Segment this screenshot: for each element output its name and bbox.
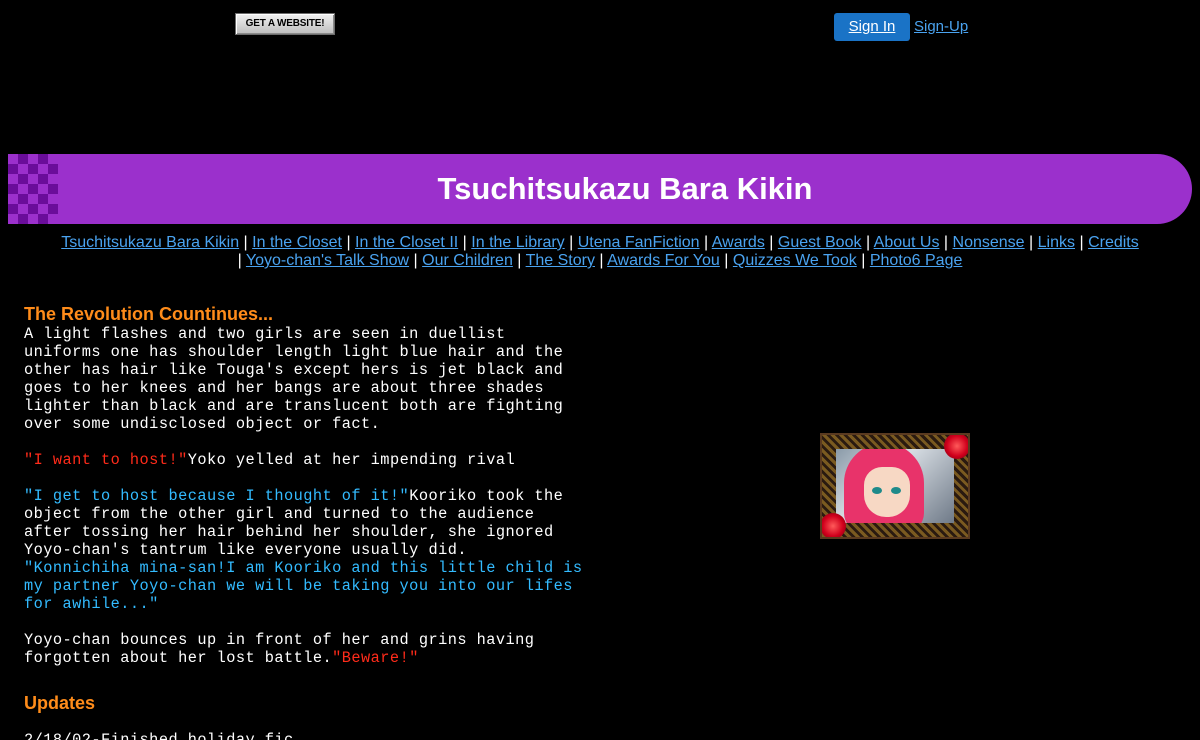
story-line: forgotten about her lost battle. bbox=[24, 649, 333, 667]
nav-link-talk-show[interactable]: Yoyo-chan's Talk Show bbox=[246, 252, 409, 269]
nav-link-awards[interactable]: Awards bbox=[712, 234, 765, 251]
checker-pattern bbox=[8, 154, 58, 224]
nav-link-awards-for-you[interactable]: Awards For You bbox=[607, 252, 720, 269]
character-portrait-image bbox=[820, 433, 970, 539]
nav-link-in-the-library[interactable]: In the Library bbox=[471, 234, 564, 251]
nav-separator: | bbox=[769, 234, 774, 251]
kooriko-quote: "I get to host because I thought of it!" bbox=[24, 487, 410, 505]
site-banner: Tsuchitsukazu Bara Kikin bbox=[8, 154, 1192, 224]
nav-separator: | bbox=[346, 234, 351, 251]
story-paragraph: A light flashes and two girls are seen i… bbox=[24, 325, 604, 433]
nav-separator: | bbox=[943, 234, 949, 251]
nav-link-quizzes[interactable]: Quizzes We Took bbox=[733, 252, 857, 269]
story-heading: The Revolution Countinues... bbox=[24, 304, 273, 324]
story-line: over some undisclosed object or fact. bbox=[24, 415, 381, 433]
portrait-face bbox=[864, 467, 910, 517]
story-section: The Revolution Countinues... A light fla… bbox=[24, 304, 604, 740]
story-line: Yoyo-chan bounces up in front of her and… bbox=[24, 631, 535, 649]
story-line: other has hair like Touga's except hers … bbox=[24, 361, 564, 379]
nav-separator: | bbox=[413, 252, 418, 269]
kooriko-paragraph: "I get to host because I thought of it!"… bbox=[24, 487, 604, 613]
page: GET A WEBSITE! Sign In Sign-Up Tsuchitsu… bbox=[0, 0, 1200, 740]
site-title: Tsuchitsukazu Bara Kikin bbox=[437, 171, 813, 206]
nav-separator: | bbox=[517, 252, 522, 269]
portrait-picture bbox=[836, 449, 954, 523]
nav-link-links[interactable]: Links bbox=[1038, 234, 1075, 251]
nav-link-the-story[interactable]: The Story bbox=[526, 252, 595, 269]
nav-link-utena-fanfiction[interactable]: Utena FanFiction bbox=[578, 234, 700, 251]
nav-separator: | bbox=[724, 252, 729, 269]
nav-separator: | bbox=[569, 234, 574, 251]
story-line: goes to her knees and her bangs are abou… bbox=[24, 379, 544, 397]
nav-separator: | bbox=[1029, 234, 1034, 251]
yoko-line: "I want to host!"Yoko yelled at her impe… bbox=[24, 451, 604, 469]
nav-separator: | bbox=[243, 234, 248, 251]
kooriko-narration: Kooriko took the bbox=[409, 487, 564, 505]
nav-link-about-us[interactable]: About Us bbox=[874, 234, 940, 251]
nav-separator: | bbox=[237, 252, 242, 269]
nav-separator: | bbox=[1079, 234, 1084, 251]
nav-link-guest-book[interactable]: Guest Book bbox=[778, 234, 862, 251]
rose-icon bbox=[822, 513, 846, 537]
nav-separator: | bbox=[599, 252, 604, 269]
story-line: Yoyo-chan's tantrum like everyone usuall… bbox=[24, 541, 467, 559]
nav-link-nonsense[interactable]: Nonsense bbox=[953, 234, 1025, 251]
sign-up-link[interactable]: Sign-Up bbox=[914, 18, 968, 35]
yoko-narration: Yoko yelled at her impending rival bbox=[187, 451, 516, 469]
rose-icon bbox=[944, 435, 968, 459]
nav-link-in-the-closet[interactable]: In the Closet bbox=[252, 234, 342, 251]
sign-in-button[interactable]: Sign In bbox=[834, 13, 910, 41]
beware-quote: "Beware!" bbox=[332, 649, 419, 667]
portrait-eye bbox=[891, 487, 901, 494]
portrait-eye bbox=[872, 487, 882, 494]
story-line: lighter than black and are translucent b… bbox=[24, 397, 564, 415]
updates-heading: Updates bbox=[24, 693, 96, 713]
kooriko-speech-line: my partner Yoyo-chan we will be taking y… bbox=[24, 577, 573, 595]
kooriko-speech-line: "Konnichiha mina-san!I am Kooriko and th… bbox=[24, 559, 583, 577]
nav-link-photo6[interactable]: Photo6 Page bbox=[870, 252, 963, 269]
nav-bar: Tsuchitsukazu Bara Kikin | In the Closet… bbox=[30, 234, 1170, 270]
yoko-quote: "I want to host!" bbox=[24, 451, 188, 469]
story-line: uniforms one has shoulder length light b… bbox=[24, 343, 564, 361]
nav-link-credits[interactable]: Credits bbox=[1088, 234, 1139, 251]
nav-link-in-the-closet-ii[interactable]: In the Closet II bbox=[355, 234, 458, 251]
get-a-website-button[interactable]: GET A WEBSITE! bbox=[235, 13, 335, 35]
story-line: after tossing her hair behind her should… bbox=[24, 523, 554, 541]
yoyo-paragraph: Yoyo-chan bounces up in front of her and… bbox=[24, 631, 604, 667]
nav-separator: | bbox=[704, 234, 709, 251]
nav-link-home[interactable]: Tsuchitsukazu Bara Kikin bbox=[61, 234, 239, 251]
story-line: A light flashes and two girls are seen i… bbox=[24, 325, 506, 343]
story-line: object from the other girl and turned to… bbox=[24, 505, 535, 523]
nav-separator: | bbox=[865, 234, 871, 251]
update-item: 2/18/02-Finished holiday fic bbox=[24, 731, 294, 740]
nav-separator: | bbox=[462, 234, 467, 251]
nav-link-our-children[interactable]: Our Children bbox=[422, 252, 513, 269]
kooriko-speech-line: for awhile..." bbox=[24, 595, 159, 613]
nav-separator: | bbox=[861, 252, 866, 269]
